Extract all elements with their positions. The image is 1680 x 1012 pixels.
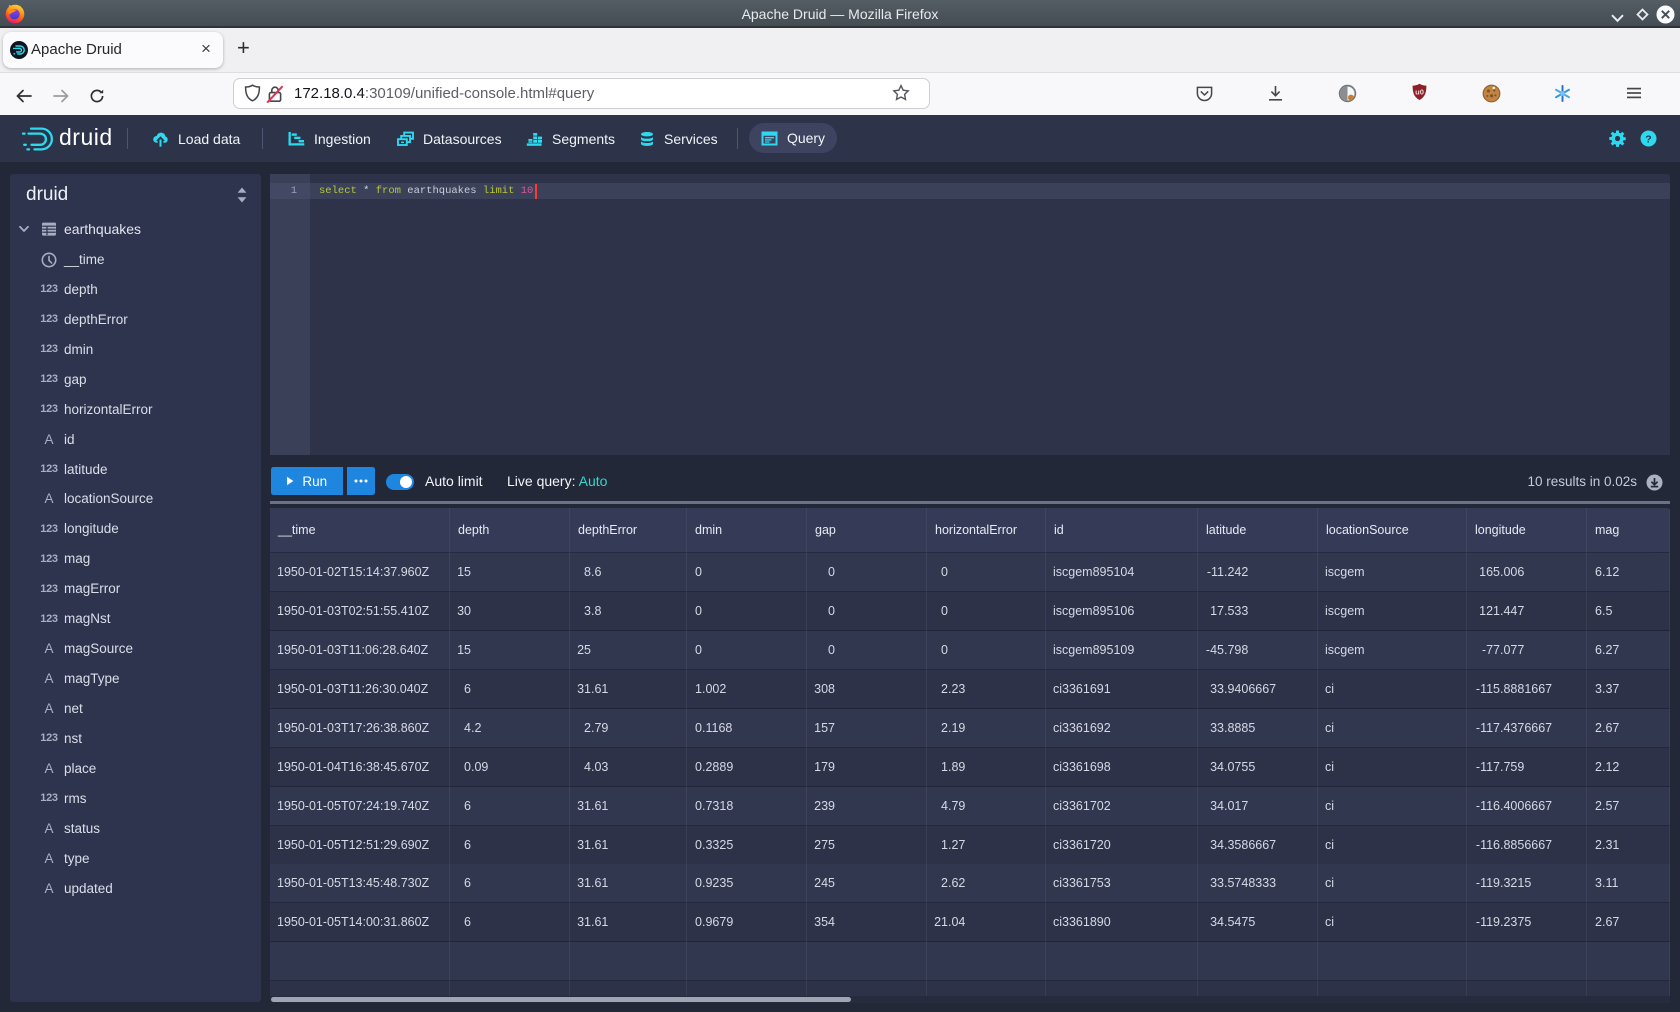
svg-text:u0: u0 xyxy=(1415,88,1424,97)
svg-text:?: ? xyxy=(1645,133,1651,145)
